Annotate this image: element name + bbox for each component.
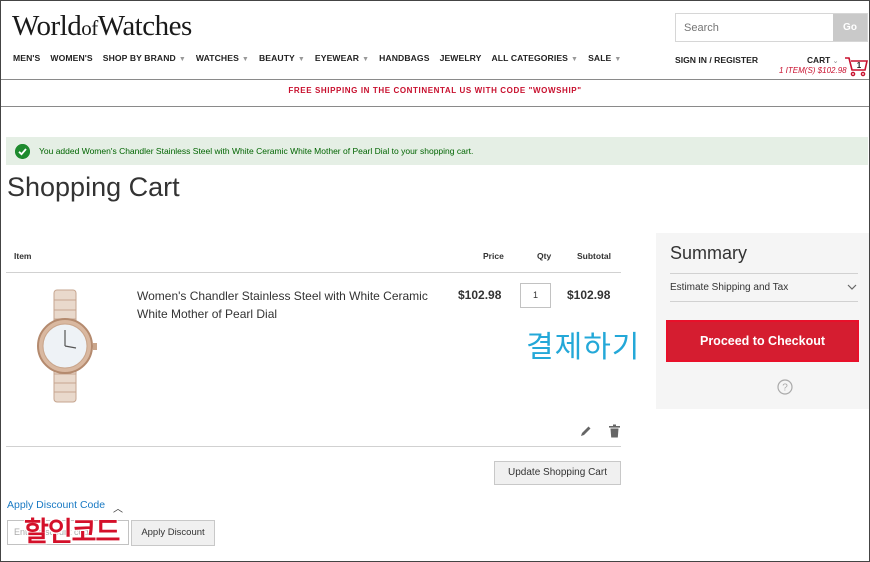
chevron-down-icon: ▼ bbox=[614, 56, 622, 63]
nav-item-label: WOMEN'S bbox=[50, 53, 93, 63]
discount-annotation: 할인코드 bbox=[24, 517, 120, 548]
column-header-qty: Qty bbox=[537, 251, 552, 261]
chevron-down-icon: ▼ bbox=[571, 56, 579, 63]
nav-item-shop-by-brand[interactable]: SHOP BY BRAND ▼ bbox=[103, 53, 186, 63]
nav-item-label: JEWELRY bbox=[439, 53, 482, 63]
divider bbox=[670, 273, 858, 274]
nav-item-label: HANDBAGS bbox=[379, 53, 430, 63]
update-cart-button[interactable]: Update Shopping Cart bbox=[494, 461, 621, 485]
chevron-down-icon: ▼ bbox=[297, 56, 305, 63]
cart-summary[interactable]: 1 ITEM(S) $102.98 bbox=[779, 66, 847, 75]
nav-item-label: SALE bbox=[588, 53, 612, 63]
nav-item-label: EYEWEAR bbox=[314, 53, 360, 63]
cart-link[interactable]: CART ⌄ bbox=[807, 55, 838, 65]
nav-item-handbags[interactable]: HANDBAGS bbox=[379, 53, 429, 63]
nav-item-beauty[interactable]: BEAUTY ▼ bbox=[259, 53, 305, 63]
signin-register-link[interactable]: SIGN IN / REGISTER bbox=[675, 55, 758, 65]
divider bbox=[6, 446, 621, 447]
cart-icon[interactable]: 1 bbox=[844, 55, 868, 77]
divider bbox=[1, 106, 869, 107]
column-header-subtotal: Subtotal bbox=[577, 251, 611, 261]
chevron-down-icon: ▼ bbox=[362, 56, 370, 63]
estimate-shipping-toggle[interactable]: Estimate Shipping and Tax bbox=[670, 282, 788, 293]
nav-item-label: SHOP BY BRAND bbox=[102, 53, 176, 63]
search-box: Go bbox=[675, 13, 868, 42]
nav-item-eyewear[interactable]: EYEWEAR ▼ bbox=[315, 53, 369, 63]
apply-discount-button[interactable]: Apply Discount bbox=[131, 520, 215, 546]
summary-title: Summary bbox=[670, 243, 748, 263]
svg-text:?: ? bbox=[782, 383, 788, 394]
nav-item-sale[interactable]: SALE ▼ bbox=[588, 53, 621, 63]
column-header-price: Price bbox=[483, 251, 504, 261]
product-image[interactable] bbox=[32, 288, 98, 404]
pencil-icon[interactable] bbox=[579, 425, 592, 438]
product-name-link[interactable]: Women's Chandler Stainless Steel with Wh… bbox=[137, 288, 437, 323]
success-message: You added Women's Chandler Stainless Ste… bbox=[6, 137, 868, 165]
nav-item-label: MEN'S bbox=[13, 53, 41, 63]
nav-item-women-s[interactable]: WOMEN'S bbox=[50, 53, 92, 63]
nav-item-label: WATCHES bbox=[195, 53, 239, 63]
item-price: $102.98 bbox=[458, 288, 502, 302]
nav-item-label: ALL CATEGORIES bbox=[491, 53, 569, 63]
nav-item-watches[interactable]: WATCHES ▼ bbox=[196, 53, 249, 63]
chevron-down-icon: ⌄ bbox=[832, 58, 839, 65]
search-input[interactable] bbox=[676, 14, 834, 41]
divider bbox=[670, 301, 858, 302]
success-text: You added Women's Chandler Stainless Ste… bbox=[39, 146, 474, 156]
chevron-down-icon[interactable] bbox=[847, 282, 857, 292]
main-nav: MEN'S WOMEN'S SHOP BY BRAND ▼ WATCHES ▼ BEAUTY… bbox=[13, 53, 631, 63]
site-logo[interactable]: WorldofWatches bbox=[12, 10, 192, 43]
chevron-down-icon: ▼ bbox=[241, 56, 249, 63]
checkout-annotation: 결제하기 bbox=[526, 330, 641, 365]
nav-item-label: BEAUTY bbox=[258, 53, 295, 63]
page-title: Shopping Cart bbox=[7, 172, 180, 202]
divider bbox=[1, 79, 869, 80]
item-subtotal: $102.98 bbox=[567, 288, 611, 302]
nav-item-jewelry[interactable]: JEWELRY bbox=[440, 53, 482, 63]
nav-item-men-s[interactable]: MEN'S bbox=[13, 53, 40, 63]
divider bbox=[6, 272, 621, 273]
check-icon bbox=[15, 144, 30, 159]
nav-item-all-categories[interactable]: ALL CATEGORIES ▼ bbox=[492, 53, 579, 63]
proceed-to-checkout-button[interactable]: Proceed to Checkout bbox=[666, 320, 859, 362]
help-icon[interactable]: ? bbox=[777, 379, 793, 395]
promo-banner: FREE SHIPPING IN THE CONTINENTAL US WITH… bbox=[288, 86, 582, 95]
quantity-input[interactable]: 1 bbox=[520, 283, 551, 308]
trash-icon[interactable] bbox=[608, 424, 621, 438]
cart-count: 1 bbox=[857, 61, 862, 70]
column-header-item: Item bbox=[14, 251, 32, 261]
chevron-down-icon: ▼ bbox=[178, 56, 186, 63]
search-button[interactable]: Go bbox=[833, 14, 867, 41]
